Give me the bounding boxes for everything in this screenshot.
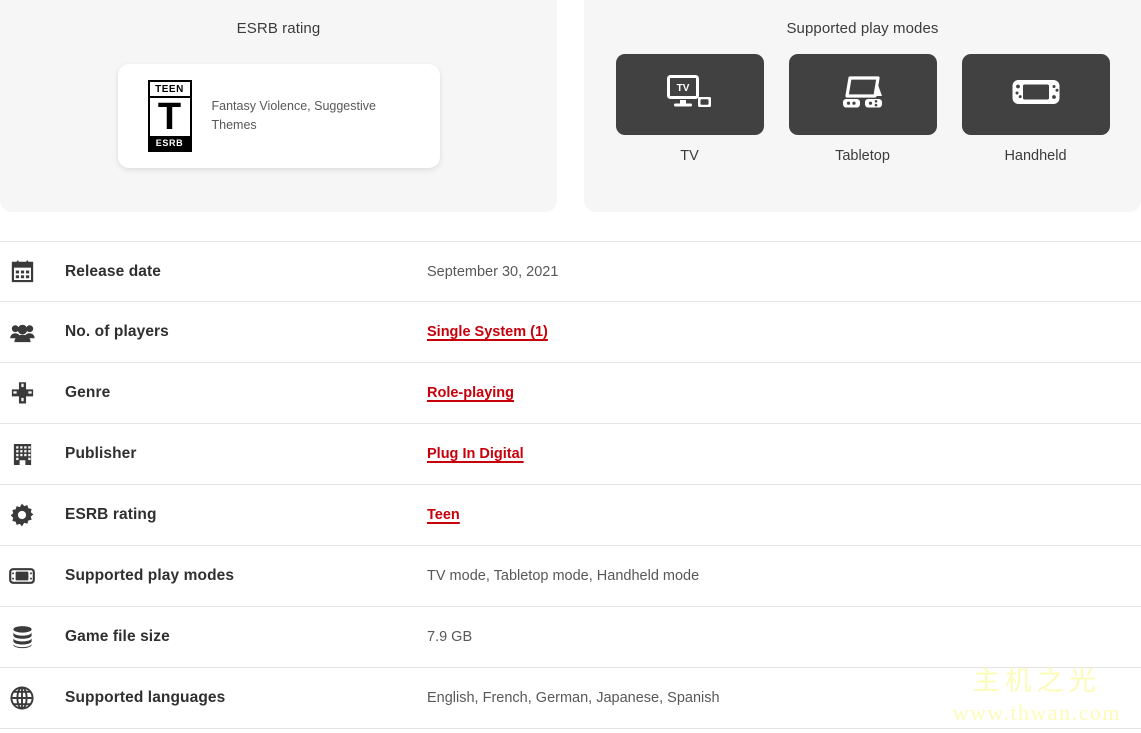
row-value-link[interactable]: Single System (1) (427, 324, 548, 340)
row-label: Genre (65, 384, 111, 401)
dpad-icon (8, 379, 36, 407)
row-value-link[interactable]: Plug In Digital (427, 446, 524, 462)
handheld-mode-label: Handheld (1004, 148, 1067, 164)
esrb-rating-card: TEEN T ESRB Fantasy Violence, Suggestive… (117, 64, 440, 168)
row-value: 7.9 GB (427, 629, 473, 645)
table-row: Supported play modes TV mode, Tabletop m… (0, 546, 1141, 607)
play-mode-handheld: Handheld (961, 54, 1110, 164)
row-label: No. of players (65, 323, 169, 340)
table-row: Publisher Plug In Digital (0, 424, 1141, 485)
row-value-link[interactable]: Teen (427, 507, 460, 523)
play-modes-panel-title: Supported play modes (786, 20, 939, 37)
tabletop-mode-label: Tabletop (835, 148, 890, 164)
table-row: ESRB rating Teen (0, 485, 1141, 546)
tabletop-mode-icon (840, 74, 886, 115)
row-label: Publisher (65, 445, 137, 462)
console-icon (8, 562, 36, 590)
handheld-mode-icon (1011, 77, 1061, 112)
play-mode-tv: TV TV (615, 54, 764, 164)
play-mode-tabletop: Tabletop (788, 54, 937, 164)
table-row: Release date September 30, 2021 (0, 241, 1141, 302)
svg-text:TV: TV (676, 83, 689, 94)
esrb-descriptors: Fantasy Violence, Suggestive Themes (211, 99, 376, 132)
esrb-teen-logo-icon: TEEN T ESRB (147, 80, 192, 152)
top-panels: ESRB rating TEEN T ESRB Fantasy Violence… (0, 0, 1141, 212)
gear-icon (8, 501, 36, 529)
row-value: English, French, German, Japanese, Spani… (427, 690, 720, 706)
row-value: TV mode, Tabletop mode, Handheld mode (427, 568, 700, 584)
esrb-rating-panel: ESRB rating TEEN T ESRB Fantasy Violence… (0, 0, 557, 212)
table-row: Supported languages English, French, Ger… (0, 668, 1141, 729)
supported-play-modes-panel: Supported play modes TV TV Tabletop Hand… (584, 0, 1141, 212)
players-icon (8, 318, 36, 346)
esrb-panel-title: ESRB rating (236, 20, 321, 37)
row-label: Supported languages (65, 689, 226, 706)
row-value: September 30, 2021 (427, 263, 559, 280)
esrb-logo-letter: T (157, 96, 182, 138)
table-row: Genre Role-playing (0, 363, 1141, 424)
play-modes-row: TV TV Tabletop Handheld (584, 54, 1141, 164)
tv-mode-label: TV (680, 148, 699, 164)
tabletop-mode-tile (788, 54, 937, 135)
esrb-logo-bottom-text: ESRB (149, 136, 190, 150)
row-label: ESRB rating (65, 506, 157, 523)
game-details-page: ESRB rating TEEN T ESRB Fantasy Violence… (0, 0, 1141, 733)
globe-icon (8, 684, 36, 712)
handheld-mode-tile (961, 54, 1110, 135)
tv-mode-tile: TV (615, 54, 764, 135)
calendar-icon (8, 258, 36, 286)
row-label: Game file size (65, 628, 170, 645)
row-label: Supported play modes (65, 567, 235, 584)
table-row: No. of players Single System (1) (0, 302, 1141, 363)
table-row: Game file size 7.9 GB (0, 607, 1141, 668)
tv-mode-icon: TV (666, 75, 713, 114)
details-list: Release date September 30, 2021 No. of p… (0, 241, 1141, 729)
row-label: Release date (65, 262, 161, 280)
database-icon (8, 623, 36, 651)
building-icon (8, 440, 36, 468)
row-value-link[interactable]: Role-playing (427, 385, 514, 401)
